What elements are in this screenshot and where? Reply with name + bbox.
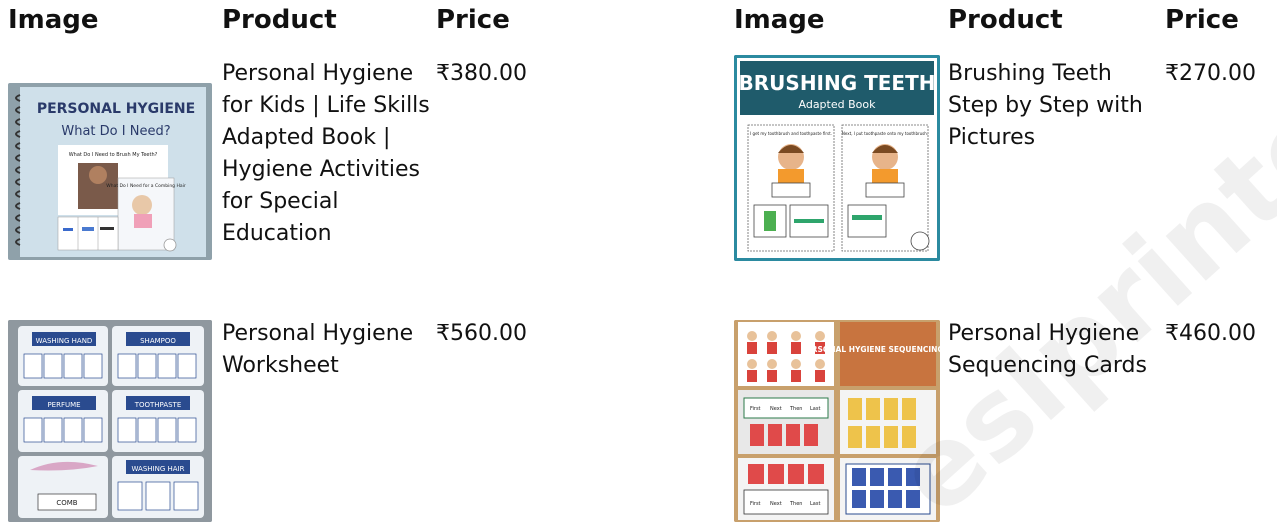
product-image-sequencing-cards[interactable]: PERSONAL HYGIENE SEQUENCING CARDS First … (734, 320, 940, 522)
column-header-price: Price (436, 5, 510, 35)
product-image-brushing-teeth[interactable]: BRUSHING TEETH Adapted Book I get my too… (734, 55, 940, 261)
thumb-label-2: SHAMPOO (140, 337, 176, 345)
thumb-card1: What Do I Need to Brush My Teeth? (69, 152, 158, 158)
thumb-strip-3: Then (789, 406, 802, 412)
thumb-title: PERSONAL HYGIENE SEQUENCING CARDS (801, 345, 940, 354)
product-image-personal-hygiene-worksheet[interactable]: WASHING HAND SHAMPOO PERFUME TOOTHPASTE … (8, 320, 212, 522)
column-header-image: Image (8, 5, 99, 35)
thumb-step2: Next, I put toothpaste onto my toothbrus… (842, 131, 928, 136)
thumb-subtitle: What Do I Need? (61, 124, 170, 139)
product-price-brushing-teeth: ₹270.00 (1165, 61, 1256, 86)
thumb-strip-1: First (750, 406, 761, 412)
thumb-step1: I get my toothbrush and toothpaste first… (750, 131, 832, 136)
product-name-sequencing-cards[interactable]: Personal Hygiene Sequencing Cards (948, 318, 1163, 382)
thumb-subtitle: Adapted Book (799, 98, 877, 111)
thumb-strip-2: Next (770, 406, 782, 412)
thumb-label-1: WASHING HAND (36, 337, 93, 345)
thumb-card2: What Do I Need for a Combing Hair (106, 183, 186, 189)
column-header-product: Product (222, 5, 337, 35)
column-header-image: Image (734, 5, 825, 35)
column-header-price: Price (1165, 5, 1239, 35)
product-name-personal-hygiene-book[interactable]: Personal Hygiene for Kids | Life Skills … (222, 58, 432, 250)
column-header-product: Product (948, 5, 1063, 35)
product-name-personal-hygiene-worksheet[interactable]: Personal Hygiene Worksheet (222, 318, 432, 382)
thumb-title: PERSONAL HYGIENE (37, 101, 195, 117)
thumb-label-4: TOOTHPASTE (134, 401, 182, 409)
thumb-title: BRUSHING TEETH (739, 71, 936, 95)
thumb-strip-6: Next (770, 501, 782, 507)
thumb-strip-8: Last (810, 501, 820, 507)
thumb-label-3: PERFUME (47, 401, 80, 409)
product-price-personal-hygiene-book: ₹380.00 (436, 61, 527, 86)
thumb-strip-4: Last (810, 406, 820, 412)
thumb-label-6: COMB (56, 499, 77, 507)
product-image-personal-hygiene-book[interactable]: PERSONAL HYGIENE What Do I Need? What Do… (8, 83, 212, 260)
thumb-strip-5: First (750, 501, 761, 507)
thumb-strip-7: Then (789, 501, 802, 507)
product-name-brushing-teeth[interactable]: Brushing Teeth Step by Step with Picture… (948, 58, 1163, 154)
product-price-personal-hygiene-worksheet: ₹560.00 (436, 321, 527, 346)
product-price-sequencing-cards: ₹460.00 (1165, 321, 1256, 346)
thumb-label-5: WASHING HAIR (132, 465, 185, 473)
